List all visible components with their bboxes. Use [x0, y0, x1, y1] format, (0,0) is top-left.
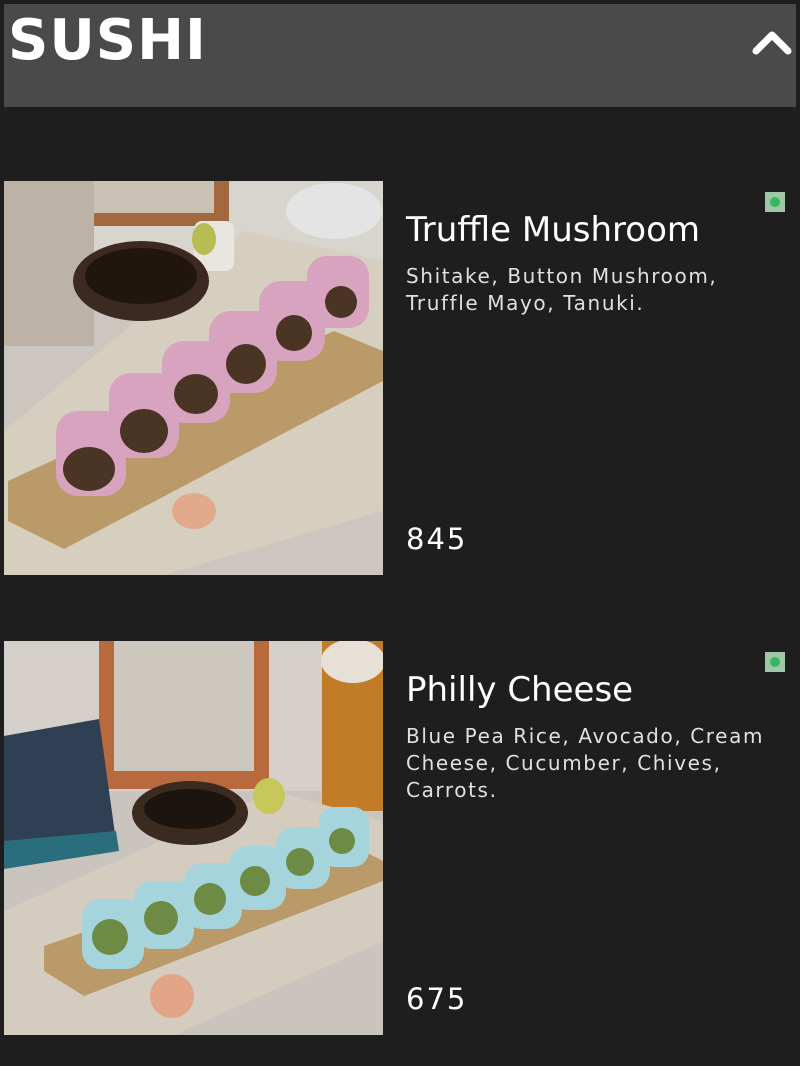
item-name: Philly Cheese [406, 670, 634, 710]
item-description: Blue Pea Rice, Avocado, Cream Cheese, Cu… [406, 724, 765, 802]
collapse-button[interactable] [750, 22, 794, 62]
menu-item-card[interactable]: Philly Cheese Blue Pea Rice, Avocado, Cr… [4, 641, 800, 1035]
menu-item-card[interactable]: Truffle Mushroom Shitake, Button Mushroo… [4, 181, 800, 575]
veg-icon [765, 192, 785, 212]
chevron-up-icon [752, 31, 792, 55]
item-name: Truffle Mushroom [406, 210, 700, 250]
veg-icon [765, 652, 785, 672]
section-title: SUSHI [8, 8, 207, 73]
veg-dot [770, 197, 780, 207]
veg-dot [770, 657, 780, 667]
item-price: 675 [406, 982, 468, 1016]
sushi-photo [4, 181, 383, 575]
item-description: Shitake, Button Mushroom, Truffle Mayo, … [406, 264, 718, 315]
item-price: 845 [406, 522, 468, 556]
sushi-photo [4, 641, 383, 1035]
section-header[interactable]: SUSHI [4, 4, 796, 107]
